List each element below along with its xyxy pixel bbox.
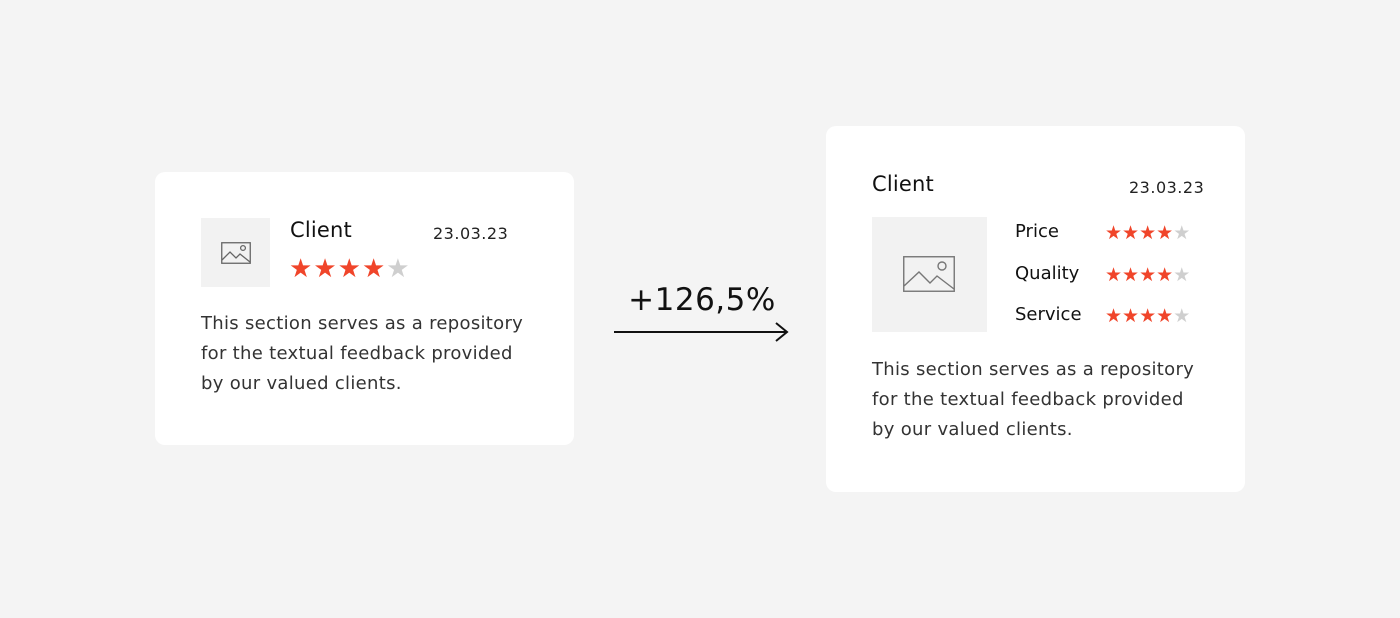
feedback-text: This section serves as a repository for … [872,359,1195,440]
star-filled-icon: ★ [313,254,337,284]
star-rating-service: ★ ★ ★ ★ ★ [1105,305,1190,327]
client-name: Client [290,218,352,242]
star-rating-quality: ★ ★ ★ ★ ★ [1105,264,1190,286]
star-filled-icon: ★ [1105,305,1123,327]
star-filled-icon: ★ [337,254,361,284]
star-empty-icon: ★ [386,254,410,284]
review-card-after: Client 23.03.23 Price ★ ★ ★ ★ ★ Quality ★ ★ ★ ★… [826,126,1245,492]
client-name: Client [872,172,934,196]
star-filled-icon: ★ [1122,222,1140,244]
star-filled-icon: ★ [1139,222,1157,244]
improvement-percentage: +126,5% [628,282,776,318]
star-filled-icon: ★ [289,254,313,284]
star-filled-icon: ★ [1122,264,1140,286]
star-filled-icon: ★ [1105,222,1123,244]
star-rating: ★ ★ ★ ★ ★ [289,255,411,283]
star-filled-icon: ★ [1105,264,1123,286]
review-date: 23.03.23 [433,224,509,243]
star-filled-icon: ★ [361,254,386,284]
star-filled-icon: ★ [1156,264,1174,286]
star-filled-icon: ★ [1156,305,1174,327]
right-arrow-icon [614,322,789,342]
star-empty-icon: ★ [1173,222,1191,244]
star-empty-icon: ★ [1173,264,1191,286]
star-filled-icon: ★ [1156,222,1174,244]
image-placeholder-icon [903,256,955,292]
review-card-before: Client 23.03.23 ★ ★ ★ ★ ★ This section serve… [155,172,574,445]
client-image-placeholder [201,218,270,287]
rating-label-price: Price [1015,221,1059,242]
rating-label-service: Service [1015,304,1082,325]
star-filled-icon: ★ [1139,305,1157,327]
star-filled-icon: ★ [1122,305,1140,327]
review-date: 23.03.23 [1129,178,1205,197]
feedback-text: This section serves as a repository for … [201,313,524,394]
star-rating-price: ★ ★ ★ ★ ★ [1105,222,1190,244]
star-filled-icon: ★ [1139,264,1157,286]
client-image-placeholder [872,217,987,332]
rating-label-quality: Quality [1015,263,1080,284]
image-placeholder-icon [221,242,251,264]
star-empty-icon: ★ [1173,305,1191,327]
